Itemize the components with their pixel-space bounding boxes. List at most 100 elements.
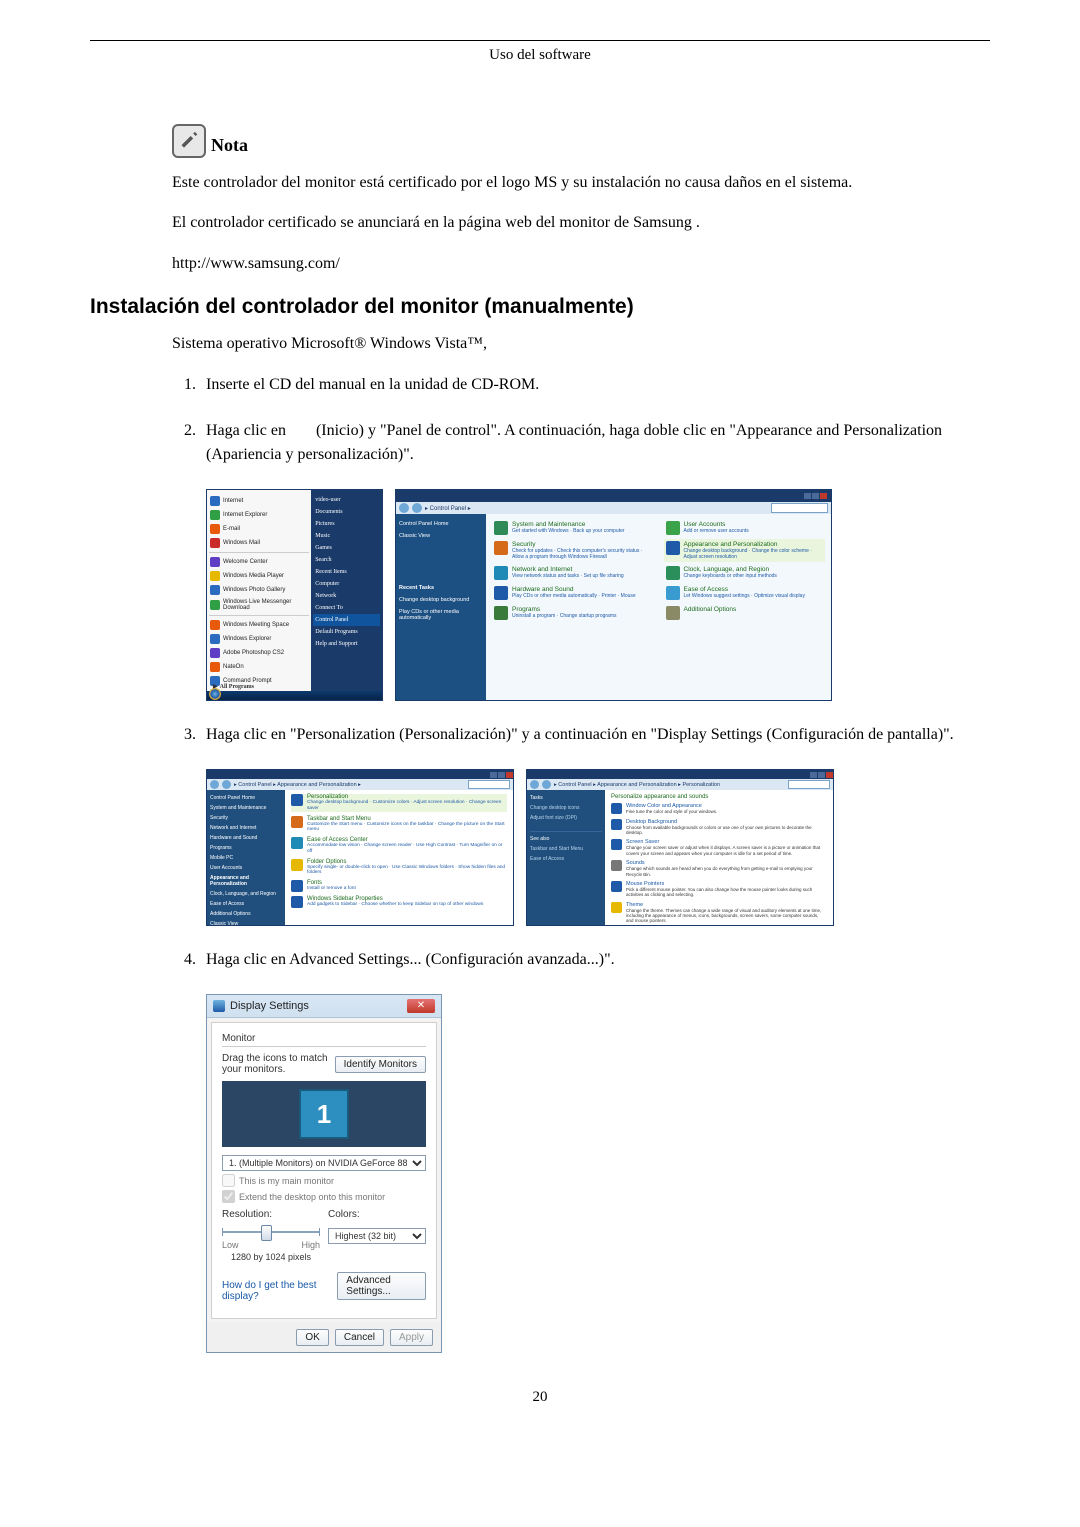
identify-monitors-button[interactable]: Identify Monitors — [335, 1056, 426, 1073]
nav-back-icon[interactable] — [530, 780, 539, 789]
close-icon[interactable] — [826, 772, 833, 778]
start-menu-item[interactable]: Windows Live Messenger Download — [209, 597, 309, 613]
personalization-item[interactable]: Screen SaverChange your screen saver or … — [611, 839, 827, 856]
nav-back-icon[interactable] — [399, 503, 409, 513]
start-menu-item[interactable]: Windows Media Player — [209, 569, 309, 583]
minimize-icon[interactable] — [490, 772, 497, 778]
breadcrumb[interactable]: ▸ Control Panel ▸ — [425, 505, 471, 512]
start-menu-right-item[interactable]: Games — [313, 542, 380, 554]
sidebar-item[interactable]: Adjust font size (DPI) — [530, 813, 602, 823]
personalization-item[interactable]: Mouse PointersPick a different mouse poi… — [611, 881, 827, 898]
nav-back-icon[interactable] — [210, 780, 219, 789]
maximize-icon[interactable] — [498, 772, 505, 778]
control-panel-category[interactable]: Additional Options — [666, 606, 824, 620]
start-orb-icon[interactable] — [209, 688, 221, 700]
sidebar-item[interactable]: Programs — [210, 843, 282, 853]
sidebar-item[interactable]: Clock, Language, and Region — [210, 889, 282, 899]
ap-category[interactable]: PersonalizationChange desktop background… — [291, 794, 507, 812]
sidebar-item[interactable]: Hardware and Sound — [210, 833, 282, 843]
colors-select[interactable]: Highest (32 bit) — [328, 1228, 426, 1244]
start-menu-item[interactable]: E-mail — [209, 522, 309, 536]
ap-category[interactable]: Windows Sidebar PropertiesAdd gadgets to… — [291, 896, 507, 908]
sidebar-item[interactable]: Network and Internet — [210, 823, 282, 833]
start-menu-item[interactable]: Internet — [209, 494, 309, 508]
monitor-1-thumb[interactable]: 1 — [299, 1089, 349, 1139]
start-menu-right-item[interactable]: Documents — [313, 506, 380, 518]
nav-forward-icon[interactable] — [412, 503, 422, 513]
minimize-icon[interactable] — [810, 772, 817, 778]
sidebar-item[interactable]: Control Panel Home — [210, 793, 282, 803]
control-panel-category[interactable]: System and MaintenanceGet started with W… — [494, 521, 652, 535]
start-menu-item[interactable]: Internet Explorer — [209, 508, 309, 522]
ap-category[interactable]: FontsInstall or remove a font — [291, 880, 507, 892]
control-panel-category[interactable]: ProgramsUninstall a program · Change sta… — [494, 606, 652, 620]
maximize-icon[interactable] — [812, 493, 819, 499]
control-panel-category[interactable]: SecurityCheck for updates · Check this c… — [494, 541, 652, 560]
personalization-item[interactable]: SoundsChange which sounds are heard when… — [611, 860, 827, 877]
personalization-item[interactable]: Desktop BackgroundChoose from available … — [611, 819, 827, 836]
start-menu-item[interactable]: Windows Meeting Space — [209, 618, 309, 632]
control-panel-category[interactable]: Network and InternetView network status … — [494, 566, 652, 580]
personalization-item[interactable]: ThemeChange the theme. Themes can change… — [611, 902, 827, 924]
start-menu-right-item[interactable]: Pictures — [313, 518, 380, 530]
advanced-settings-button[interactable]: Advanced Settings... — [337, 1272, 426, 1300]
start-menu-right-item[interactable]: Music — [313, 530, 380, 542]
minimize-icon[interactable] — [804, 493, 811, 499]
control-panel-category[interactable]: User AccountsAdd or remove user accounts — [666, 521, 824, 535]
control-panel-category[interactable]: Appearance and PersonalizationChange des… — [666, 541, 824, 560]
start-menu-item[interactable]: NateOn — [209, 660, 309, 674]
sidebar-item[interactable]: Mobile PC — [210, 853, 282, 863]
start-menu-right-item[interactable]: video-user — [313, 494, 380, 506]
start-menu-item[interactable]: Windows Photo Gallery — [209, 583, 309, 597]
sidebar-item[interactable]: Ease of Access — [210, 899, 282, 909]
search-input[interactable] — [468, 780, 510, 789]
close-icon[interactable] — [820, 493, 827, 499]
start-menu-right-item[interactable]: Network — [313, 590, 380, 602]
recent-task-item[interactable]: Play CDs or other media automatically — [399, 606, 483, 624]
sidebar-item[interactable]: Classic View — [399, 530, 483, 542]
sidebar-item[interactable]: Appearance and Personalization — [210, 873, 282, 889]
sidebar-item[interactable]: Classic View — [210, 919, 282, 926]
start-menu-right-item[interactable]: Connect To — [313, 602, 380, 614]
tab-monitor[interactable]: Monitor — [222, 1031, 426, 1044]
start-menu-right-item[interactable]: Computer — [313, 578, 380, 590]
main-monitor-checkbox[interactable]: This is my main monitor — [222, 1174, 426, 1187]
sidebar-item[interactable]: Additional Options — [210, 909, 282, 919]
start-menu-right-item[interactable]: Search — [313, 554, 380, 566]
start-menu-right-item[interactable]: Control Panel — [313, 614, 380, 626]
sidebar-item[interactable]: Security — [210, 813, 282, 823]
ok-button[interactable]: OK — [296, 1329, 328, 1346]
breadcrumb[interactable]: ▸ Control Panel ▸ Appearance and Persona… — [234, 782, 361, 788]
monitor-arrangement[interactable]: 1 — [222, 1081, 426, 1147]
start-menu-item[interactable]: Welcome Center — [209, 555, 309, 569]
start-menu-item[interactable]: Adobe Photoshop CS2 — [209, 646, 309, 660]
apply-button[interactable]: Apply — [390, 1329, 433, 1346]
sidebar-item[interactable]: Control Panel Home — [399, 518, 483, 530]
nav-forward-icon[interactable] — [222, 780, 231, 789]
ap-category[interactable]: Taskbar and Start MenuCustomize the Star… — [291, 816, 507, 834]
extend-desktop-checkbox[interactable]: Extend the desktop onto this monitor — [222, 1190, 426, 1203]
start-menu-right-item[interactable]: Default Programs — [313, 626, 380, 638]
nav-forward-icon[interactable] — [542, 780, 551, 789]
start-menu-right-item[interactable]: Help and Support — [313, 638, 380, 650]
help-link[interactable]: How do I get the best display? — [222, 1280, 325, 1302]
cancel-button[interactable]: Cancel — [335, 1329, 384, 1346]
see-also-item[interactable]: Taskbar and Start Menu — [530, 844, 602, 854]
control-panel-category[interactable]: Hardware and SoundPlay CDs or other medi… — [494, 586, 652, 600]
sidebar-item[interactable]: System and Maintenance — [210, 803, 282, 813]
personalization-item[interactable]: Window Color and AppearanceFine tune the… — [611, 803, 827, 814]
close-icon[interactable] — [506, 772, 513, 778]
maximize-icon[interactable] — [818, 772, 825, 778]
sidebar-item[interactable]: User Accounts — [210, 863, 282, 873]
ap-category[interactable]: Ease of Access CenterAccommodate low vis… — [291, 837, 507, 855]
close-icon[interactable]: ✕ — [407, 999, 435, 1013]
resolution-slider[interactable] — [222, 1224, 320, 1238]
see-also-item[interactable]: Ease of Access — [530, 854, 602, 864]
start-menu-right-item[interactable]: Recent Items — [313, 566, 380, 578]
control-panel-category[interactable]: Clock, Language, and RegionChange keyboa… — [666, 566, 824, 580]
recent-task-item[interactable]: Change desktop background — [399, 594, 483, 606]
start-menu-item[interactable]: Windows Mail — [209, 536, 309, 550]
search-input[interactable] — [788, 780, 830, 789]
search-input[interactable] — [771, 503, 828, 513]
sidebar-item[interactable]: Change desktop icons — [530, 803, 602, 813]
